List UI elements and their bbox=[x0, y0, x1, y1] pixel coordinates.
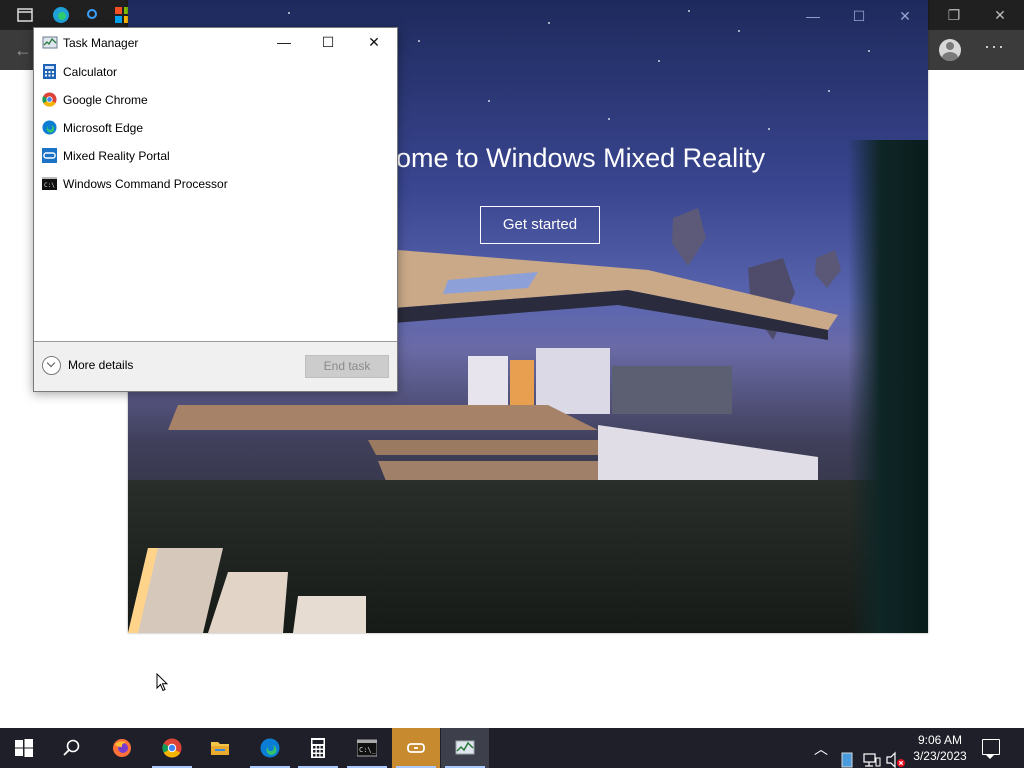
app-label: Mixed Reality Portal bbox=[63, 149, 170, 163]
mr-maximize-icon[interactable]: ☐ bbox=[844, 8, 874, 25]
volume-muted-icon[interactable] bbox=[886, 740, 906, 780]
taskbar-chrome[interactable] bbox=[148, 728, 196, 768]
edge-tab-favicon-icon[interactable] bbox=[52, 6, 70, 24]
task-manager-title: Task Manager bbox=[63, 36, 139, 50]
task-manager-window: Task Manager — ☐ ✕ Calculator Google Chr… bbox=[33, 27, 398, 392]
search-tab-icon[interactable] bbox=[84, 6, 102, 24]
app-label: Calculator bbox=[63, 65, 118, 79]
taskbar: C:\_ ︿ 9:06 AM 3/23/2023 bbox=[0, 728, 1024, 769]
taskbar-task-manager[interactable] bbox=[441, 728, 489, 768]
chevron-down-icon bbox=[42, 356, 61, 375]
taskbar-file-explorer[interactable] bbox=[196, 728, 244, 768]
app-label: Windows Command Processor bbox=[63, 177, 228, 191]
calculator-icon bbox=[43, 64, 56, 79]
app-label: Microsoft Edge bbox=[63, 121, 144, 135]
cmd-icon: C:\_ bbox=[357, 739, 377, 757]
more-options-icon[interactable]: ··· bbox=[984, 36, 1005, 57]
app-row-chrome[interactable]: Google Chrome bbox=[34, 86, 397, 114]
more-details-label: More details bbox=[68, 358, 134, 372]
task-manager-titlebar[interactable]: Task Manager — ☐ ✕ bbox=[34, 28, 397, 58]
edge-restore-icon[interactable]: ❐ bbox=[934, 4, 974, 26]
edge-close-icon[interactable]: ✕ bbox=[980, 4, 1020, 26]
task-manager-icon bbox=[42, 36, 58, 49]
maximize-icon[interactable]: ☐ bbox=[305, 28, 351, 58]
tab-actions-icon[interactable] bbox=[16, 6, 34, 24]
clock-date: 3/23/2023 bbox=[913, 749, 967, 763]
chrome-icon bbox=[162, 738, 182, 758]
app-row-edge[interactable]: Microsoft Edge bbox=[34, 114, 397, 142]
cmd-icon: C:\ bbox=[42, 177, 57, 190]
mr-close-icon[interactable]: ✕ bbox=[890, 8, 920, 25]
svg-text:C:\: C:\ bbox=[44, 182, 55, 189]
app-row-calculator[interactable]: Calculator bbox=[34, 58, 397, 86]
close-icon[interactable]: ✕ bbox=[351, 28, 397, 58]
end-task-button[interactable]: End task bbox=[305, 355, 389, 378]
search-icon bbox=[63, 739, 80, 756]
mixed-reality-icon bbox=[42, 148, 57, 163]
taskbar-search-button[interactable] bbox=[48, 728, 96, 768]
clock-time: 9:06 AM bbox=[917, 733, 963, 747]
edge-icon bbox=[260, 738, 280, 758]
edge-icon bbox=[42, 120, 57, 135]
taskbar-calculator[interactable] bbox=[294, 728, 342, 768]
chrome-icon bbox=[42, 92, 57, 107]
taskbar-mixed-reality[interactable] bbox=[392, 728, 440, 768]
task-manager-icon bbox=[455, 740, 475, 755]
taskbar-cmd[interactable]: C:\_ bbox=[343, 728, 391, 768]
windows-start-icon bbox=[15, 739, 33, 757]
profile-avatar-icon[interactable] bbox=[939, 39, 961, 61]
notification-center-icon[interactable] bbox=[982, 739, 1000, 759]
calculator-icon bbox=[311, 738, 325, 758]
svg-text:C:\_: C:\_ bbox=[359, 746, 377, 754]
trees-illustration bbox=[848, 140, 928, 633]
task-manager-footer: More details End task bbox=[34, 342, 397, 391]
system-clock[interactable]: 9:06 AM 3/23/2023 bbox=[910, 732, 970, 764]
show-hidden-icons-chevron-icon[interactable]: ︿ bbox=[814, 739, 828, 779]
storage-device-icon[interactable] bbox=[840, 740, 854, 780]
start-button[interactable] bbox=[0, 728, 48, 768]
app-row-mixed-reality[interactable]: Mixed Reality Portal bbox=[34, 142, 397, 170]
folder-icon bbox=[211, 742, 229, 755]
mixed-reality-icon bbox=[407, 743, 425, 753]
app-list: Calculator Google Chrome Microsoft Edge … bbox=[34, 58, 397, 198]
app-label: Google Chrome bbox=[63, 93, 148, 107]
taskbar-firefox[interactable] bbox=[98, 728, 146, 768]
back-arrow-icon[interactable]: ← bbox=[14, 40, 32, 61]
mr-minimize-icon[interactable]: — bbox=[798, 8, 828, 24]
firefox-icon bbox=[113, 739, 131, 757]
get-started-button[interactable]: Get started bbox=[480, 206, 600, 244]
floating-platform-illustration bbox=[368, 250, 838, 340]
minimize-icon[interactable]: — bbox=[261, 28, 307, 58]
lit-steps-illustration bbox=[128, 548, 366, 633]
taskbar-edge[interactable] bbox=[246, 728, 294, 768]
network-icon[interactable] bbox=[863, 740, 881, 780]
welcome-heading: ome to Windows Mixed Reality bbox=[396, 143, 766, 173]
mouse-cursor-icon bbox=[156, 673, 168, 692]
app-row-cmd[interactable]: C:\ Windows Command Processor bbox=[34, 170, 397, 198]
